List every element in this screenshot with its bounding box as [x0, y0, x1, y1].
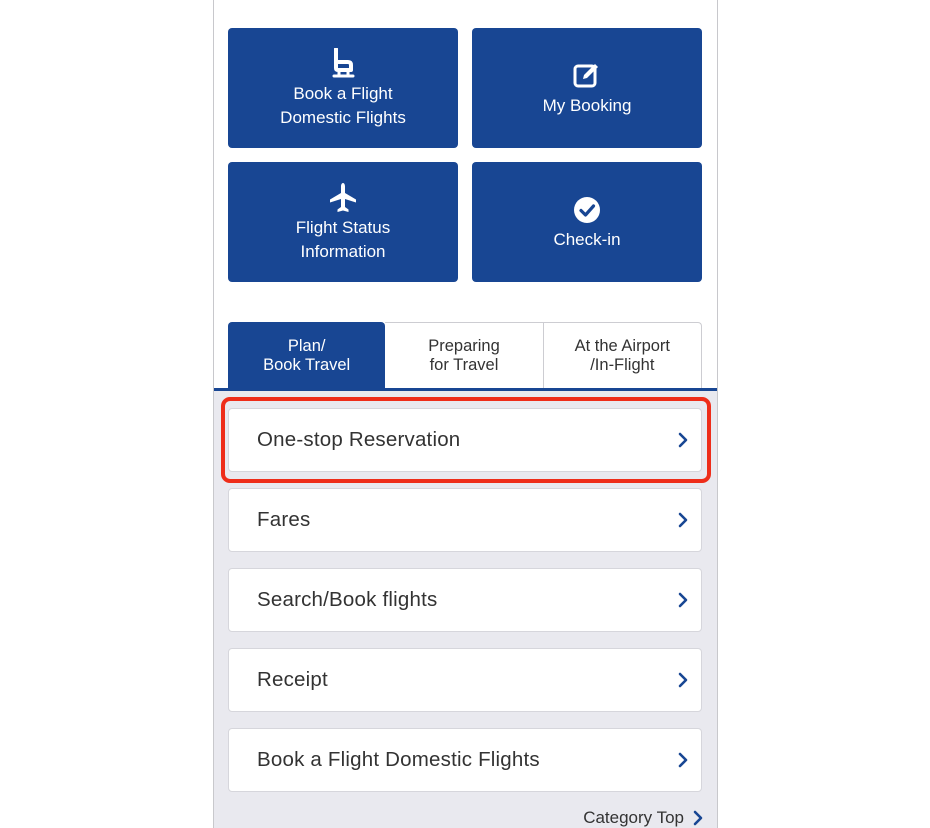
tab-plan-book-travel[interactable]: Plan/ Book Travel — [228, 322, 386, 389]
seat-icon — [330, 46, 356, 82]
check-circle-icon — [573, 192, 601, 228]
tab-label-line: At the Airport — [574, 337, 671, 355]
airplane-icon — [328, 180, 358, 216]
menu-item-one-stop-reservation[interactable]: One-stop Reservation — [228, 408, 702, 472]
tile-label-line: My Booking — [542, 96, 632, 115]
category-top-link[interactable]: Category Top — [583, 808, 704, 828]
menu-item-fares[interactable]: Fares — [228, 488, 702, 552]
book-flight-tile[interactable]: Book a Flight Domestic Flights — [228, 28, 458, 148]
tile-label-line: Information — [300, 242, 386, 261]
menu-item-search-book-flights[interactable]: Search/Book flights — [228, 568, 702, 632]
my-booking-tile[interactable]: My Booking — [472, 28, 702, 148]
tab-label-line: Plan/ — [287, 336, 326, 355]
tile-label-line: Domestic Flights — [280, 108, 406, 127]
tab-at-the-airport-in-flight[interactable]: At the Airport /In-Flight — [543, 322, 702, 389]
tab-preparing-for-travel[interactable]: Preparing for Travel — [385, 322, 544, 389]
tab-label-line: Book Travel — [263, 355, 351, 374]
category-top-label: Category Top — [583, 808, 684, 827]
tile-label-line: Check-in — [553, 230, 621, 249]
edit-icon — [573, 58, 601, 94]
chevron-right-icon — [677, 672, 689, 688]
menu-item-label: Fares — [257, 508, 311, 531]
menu-item-label: One-stop Reservation — [257, 428, 461, 451]
category-tabs: Plan/ Book Travel Preparing for Travel A… — [228, 322, 702, 389]
check-in-tile[interactable]: Check-in — [472, 162, 702, 282]
tab-label-line: /In-Flight — [590, 356, 655, 374]
menu-item-label: Receipt — [257, 668, 328, 691]
tile-label-line: Book a Flight — [293, 84, 393, 103]
chevron-right-icon — [692, 810, 704, 826]
chevron-right-icon — [677, 592, 689, 608]
menu-item-receipt[interactable]: Receipt — [228, 648, 702, 712]
chevron-right-icon — [677, 432, 689, 448]
menu-item-label: Book a Flight Domestic Flights — [257, 748, 540, 771]
menu-item-label: Search/Book flights — [257, 588, 438, 611]
chevron-right-icon — [677, 752, 689, 768]
flight-status-tile[interactable]: Flight Status Information — [228, 162, 458, 282]
tab-label-line: for Travel — [429, 356, 499, 374]
tab-label-line: Preparing — [428, 337, 500, 355]
menu-item-book-a-flight-domestic-flights[interactable]: Book a Flight Domestic Flights — [228, 728, 702, 792]
app-screen: Book a Flight Domestic Flights My Bookin… — [213, 0, 718, 828]
chevron-right-icon — [677, 512, 689, 528]
tile-label-line: Flight Status — [295, 218, 391, 237]
